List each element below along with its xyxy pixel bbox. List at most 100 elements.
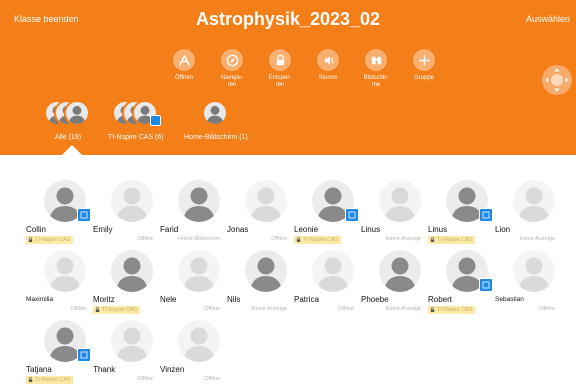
calculator-badge-icon: [479, 208, 493, 222]
student-tile[interactable]: Farid Home-Bildschirm: [160, 180, 226, 248]
student-name: Leonie: [294, 225, 319, 234]
group-all-label: Alle (19): [54, 134, 82, 141]
student-status-text: Offline: [271, 236, 287, 242]
student-status-text: Offline: [137, 236, 153, 242]
lock-icon: [430, 307, 435, 312]
student-status: TI-Nspire CAS: [428, 236, 476, 244]
student-avatar: [44, 250, 86, 292]
group-home[interactable]: Home-Bildschirm (1): [184, 100, 248, 141]
student-tile[interactable]: Lion Keine Anzeige: [495, 180, 561, 248]
navigate-button[interactable]: Navigie-ren: [208, 49, 256, 89]
student-status-text: Offline: [204, 306, 220, 312]
student-status-text: Offline: [70, 306, 86, 312]
student-status-text: Keine Anzeige: [519, 236, 555, 242]
student-status: Keine Anzeige: [386, 306, 421, 312]
student-tile[interactable]: Leonie TI-Nspire CAS: [294, 180, 360, 248]
student-name: Sebastian: [495, 296, 524, 303]
student-status: Offline: [204, 306, 220, 312]
group-avatar: [201, 100, 228, 126]
group-button[interactable]: Gruppe: [400, 49, 448, 89]
student-name: Nele: [160, 295, 177, 304]
student-avatar: [111, 320, 153, 362]
student-name: Robert: [428, 295, 453, 304]
student-name: Vinzen: [160, 365, 185, 374]
student-avatar: [513, 180, 555, 222]
lock-icon: [28, 237, 33, 242]
open-button[interactable]: Öffnen: [160, 49, 208, 89]
student-status: TI-Nspire CAS: [428, 306, 476, 314]
unlock-label: Entsper-ren: [268, 75, 292, 88]
student-status: Offline: [271, 236, 287, 242]
student-status: TI-Nspire CAS: [26, 236, 74, 244]
student-status-text: Offline: [338, 306, 354, 312]
student-tile[interactable]: Linus TI-Nspire CAS: [428, 180, 494, 248]
mute-button[interactable]: Stumm: [304, 49, 352, 89]
student-avatar: [178, 320, 220, 362]
class-header: Klasse beenden Astrophysik_2023_02 Auswä…: [0, 0, 576, 155]
group-all[interactable]: Alle (19): [44, 100, 92, 141]
calculator-badge-icon: [77, 348, 91, 362]
student-name: Collin: [26, 225, 47, 234]
group-home-icon: [201, 100, 230, 128]
student-name: Lion: [495, 225, 511, 234]
group-calculator[interactable]: TI-Nspire CAS (6): [108, 100, 164, 141]
student-tile[interactable]: Nele Offline: [160, 250, 226, 318]
student-avatar: [111, 250, 153, 292]
select-button[interactable]: Auswählen: [526, 14, 570, 24]
student-tile[interactable]: Sebastian Offline: [495, 250, 561, 318]
student-tile[interactable]: Jonas Offline: [227, 180, 293, 248]
group-all-icon: [44, 100, 92, 128]
student-avatar: [379, 180, 421, 222]
student-status-text: Offline: [204, 376, 220, 382]
student-tile[interactable]: Nils Keine Anzeige: [227, 250, 293, 318]
lock-icon: [430, 237, 435, 242]
student-tile[interactable]: Linus Keine Anzeige: [361, 180, 427, 248]
student-status-text: TI-Nspire CAS: [437, 307, 473, 313]
lock-icon: [95, 307, 100, 312]
student-tile[interactable]: Phoebe Keine Anzeige: [361, 250, 427, 318]
student-tile[interactable]: Moritz TI-Nspire CAS: [93, 250, 159, 318]
student-status-text: TI-Nspire CAS: [437, 237, 473, 243]
screens-button[interactable]: Bildschir-me: [352, 49, 400, 89]
calculator-badge-icon: [149, 115, 161, 126]
student-avatar: [312, 250, 354, 292]
calculator-badge-icon: [479, 278, 493, 292]
student-status-text: Offline: [539, 306, 555, 312]
calculator-badge-icon: [345, 208, 359, 222]
group-avatar: [64, 100, 90, 126]
student-name: Farid: [160, 225, 179, 234]
open-label: Öffnen: [175, 75, 193, 81]
student-tile[interactable]: Patrica Offline: [294, 250, 360, 318]
directional-control-icon[interactable]: [542, 65, 572, 95]
student-name: Thank: [93, 365, 116, 374]
student-status: Offline: [70, 306, 86, 312]
mute-icon: [317, 49, 339, 71]
calculator-badge-icon: [77, 208, 91, 222]
student-status-text: Offline: [137, 376, 153, 382]
unlock-button[interactable]: Entsper-ren: [256, 49, 304, 89]
student-status-text: Keine Anzeige: [385, 306, 421, 312]
student-name: Linus: [428, 225, 448, 234]
student-name: Maximilia: [26, 296, 54, 303]
student-tile[interactable]: Emily Offline: [93, 180, 159, 248]
action-toolbar: Öffnen Navigie-ren Entsper-ren Stumm Bil…: [160, 49, 448, 89]
student-tile[interactable]: Maximilia Offline: [26, 250, 92, 318]
open-icon: [173, 49, 195, 71]
student-avatar: [245, 180, 287, 222]
student-tile[interactable]: Collin TI-Nspire CAS: [26, 180, 92, 248]
group-calculator-label: TI-Nspire CAS (6): [108, 134, 164, 141]
student-avatar: [379, 250, 421, 292]
student-name: Phoebe: [361, 295, 389, 304]
lock-icon: [28, 377, 33, 382]
student-tile[interactable]: Robert TI-Nspire CAS: [428, 250, 494, 318]
group-calculator-icon: [111, 100, 161, 128]
student-status: Offline: [137, 236, 153, 242]
student-tile[interactable]: Vinzen Offline: [160, 320, 226, 388]
student-avatar: [178, 180, 220, 222]
student-tile[interactable]: Tatjana TI-Nspire CAS: [26, 320, 92, 388]
student-tile[interactable]: Thank Offline: [93, 320, 159, 388]
student-status: TI-Nspire CAS: [294, 236, 342, 244]
student-status: Keine Anzeige: [252, 306, 287, 312]
selected-group-indicator: [62, 145, 82, 155]
student-status: Offline: [204, 376, 220, 382]
